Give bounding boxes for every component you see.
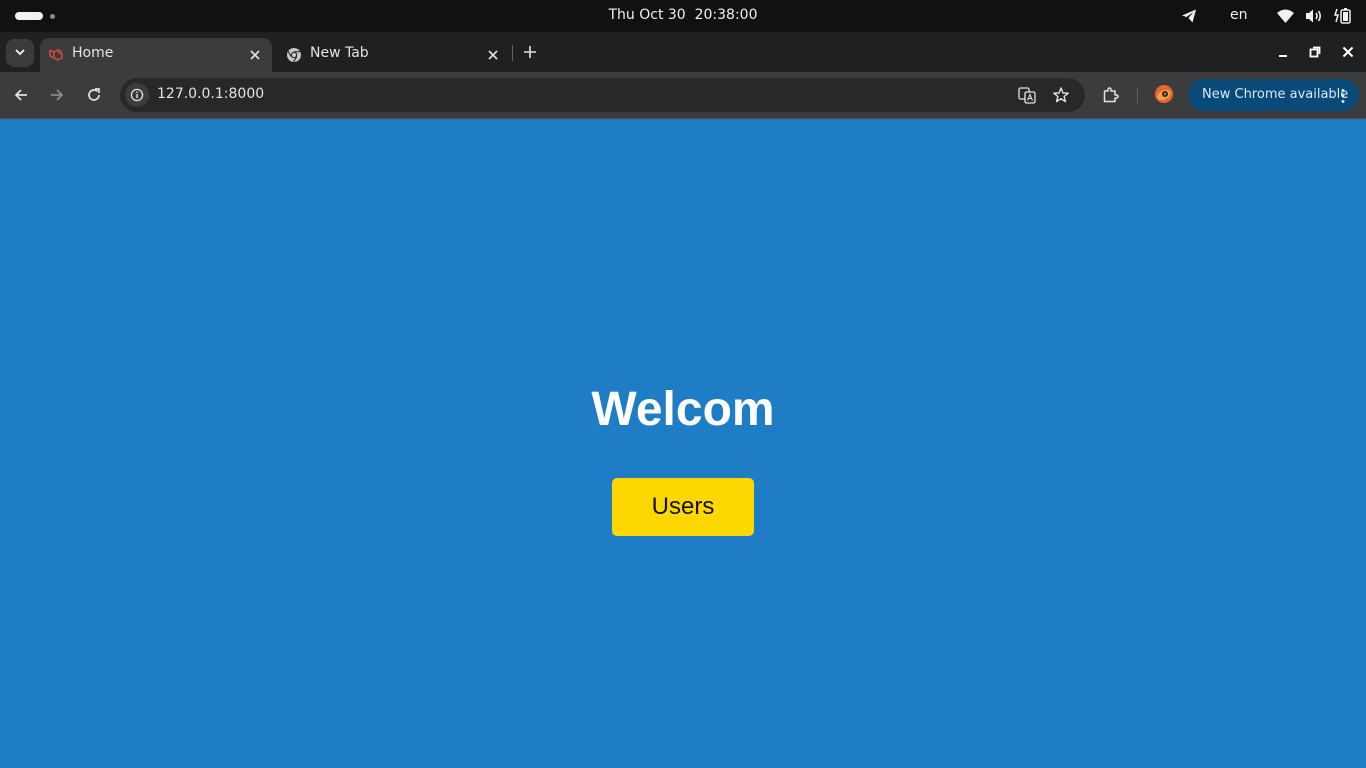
info-icon <box>130 88 144 102</box>
update-chrome-button[interactable]: New Chrome available <box>1188 79 1359 111</box>
laravel-icon <box>49 49 63 61</box>
volume-icon[interactable] <box>1305 8 1323 28</box>
tab-title: New Tab <box>310 45 369 61</box>
browser-toolbar: 127.0.0.1:8000 New Chrome available <box>0 72 1366 119</box>
toolbar-divider <box>1137 87 1138 103</box>
site-info-button[interactable] <box>125 83 149 107</box>
telegram-icon[interactable] <box>1181 8 1197 28</box>
url-text[interactable]: 127.0.0.1:8000 <box>157 86 264 102</box>
battery-icon[interactable] <box>1333 7 1352 29</box>
kebab-menu-icon[interactable] <box>1340 88 1346 104</box>
minimize-icon[interactable] <box>1275 44 1291 60</box>
wifi-icon[interactable] <box>1277 8 1294 27</box>
update-chip-label: New Chrome available <box>1202 87 1349 102</box>
page-content: Welcom Users <box>0 119 1366 768</box>
translate-icon[interactable] <box>1018 86 1036 104</box>
forward-arrow-icon[interactable] <box>48 86 66 104</box>
tab-home[interactable]: Home <box>40 38 272 72</box>
plus-icon[interactable] <box>521 43 539 61</box>
page-heading: Welcom <box>591 383 775 436</box>
tab-search-button[interactable] <box>6 39 34 67</box>
system-clock[interactable]: Thu Oct 30 20:38:00 <box>0 7 1366 23</box>
maximize-icon[interactable] <box>1307 44 1323 60</box>
reload-icon[interactable] <box>85 86 103 104</box>
system-top-bar: Thu Oct 30 20:38:00 en <box>0 0 1366 32</box>
tab-divider <box>512 45 513 61</box>
address-bar[interactable]: 127.0.0.1:8000 <box>120 78 1085 112</box>
chevron-down-icon <box>15 49 25 56</box>
bookmark-star-icon[interactable] <box>1052 86 1070 104</box>
close-icon[interactable] <box>248 48 262 62</box>
chrome-icon <box>287 48 301 63</box>
window-close-icon[interactable] <box>1340 44 1356 60</box>
back-arrow-icon[interactable] <box>12 86 30 104</box>
keyboard-language-indicator[interactable]: en <box>1230 7 1248 23</box>
users-button[interactable]: Users <box>612 478 754 536</box>
tab-new-tab[interactable]: New Tab <box>278 38 510 72</box>
extensions-puzzle-icon[interactable] <box>1102 86 1120 104</box>
profile-avatar-icon[interactable] <box>1154 84 1174 104</box>
browser-tab-strip: Home New Tab <box>0 32 1366 72</box>
close-icon[interactable] <box>486 48 500 62</box>
tab-title: Home <box>72 45 114 61</box>
